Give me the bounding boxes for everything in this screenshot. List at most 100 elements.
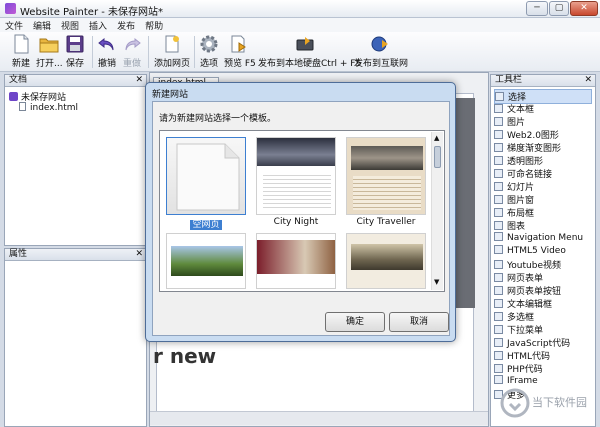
add-page-label: 添加网页 (154, 59, 191, 69)
tool-transparent-shape[interactable]: 透明图形 (494, 154, 543, 167)
publish-local-button[interactable]: 发布到本地硬盘Ctrl + F5 (258, 34, 361, 69)
new-button[interactable]: 新建 (8, 34, 34, 69)
dialog-prompt: 请为新建网站选择一个模板。 (159, 114, 277, 124)
template-blank-label: 空网页 (166, 217, 246, 230)
tool-picture-window[interactable]: 图片窗 (494, 193, 534, 206)
menu-bar: 文件 编辑 视图 插入 发布 帮助 (0, 18, 600, 32)
tool-label: 梯度渐变图形 (507, 144, 562, 154)
template-blank-text: 空网页 (190, 220, 222, 230)
scroll-down-icon[interactable]: ▼ (434, 278, 439, 286)
template-blank[interactable] (166, 137, 246, 215)
tool-label: 可命名链接 (507, 170, 553, 180)
undo-button[interactable]: 撤销 (96, 34, 118, 69)
menu-edit[interactable]: 编辑 (28, 18, 56, 32)
cancel-button[interactable]: 取消 (389, 312, 449, 332)
tool-javascript[interactable]: JavaScript代码 (494, 336, 570, 349)
tool-label: Web2.0图形 (507, 131, 559, 141)
scroll-thumb[interactable] (434, 146, 441, 168)
watermark-text: 当下软件园 (532, 396, 587, 409)
html-icon (494, 351, 503, 360)
preview-button[interactable]: 预览 F5 (224, 34, 256, 69)
tool-label: HTML5 Video (507, 246, 566, 256)
template-thumbnail-4[interactable] (166, 233, 246, 289)
city-night-content (263, 172, 331, 210)
tool-image[interactable]: 图片 (494, 115, 525, 128)
tool-layout-box[interactable]: 布局框 (494, 206, 534, 219)
template-list[interactable]: 空网页 City Night City Traveller ▲ ▼ (159, 130, 445, 292)
toolbox-panel-close[interactable]: ✕ (584, 75, 592, 86)
cursor-icon (495, 92, 504, 101)
template-scrollbar[interactable]: ▲ ▼ (431, 132, 443, 290)
template-city-night-label: City Night (273, 217, 319, 227)
tool-checkbox[interactable]: 多选框 (494, 310, 534, 323)
menu-view[interactable]: 视图 (56, 18, 84, 32)
template-city-night[interactable] (256, 137, 336, 215)
tool-label: 文本编辑框 (507, 300, 553, 310)
tool-web-form[interactable]: 网页表单 (494, 271, 543, 284)
publish-local-label: 发布到本地硬盘Ctrl + F5 (258, 59, 362, 69)
thumbnail-6-photo (351, 244, 423, 270)
editor-scrollbar[interactable] (150, 411, 488, 425)
minimize-button[interactable]: ─ (526, 1, 548, 16)
tool-named-link[interactable]: 可命名链接 (494, 167, 552, 180)
title-bar: Website Painter - 未保存网站* ─ ▢ ✕ (0, 0, 600, 18)
new-file-icon (14, 34, 29, 54)
tool-form-button[interactable]: 网页表单按钮 (494, 284, 561, 297)
site-icon (9, 92, 18, 101)
publish-web-label: 发布到互联网 (354, 59, 409, 69)
tool-label: PHP代码 (507, 365, 543, 375)
iframe-icon (494, 375, 503, 384)
floppy-icon (66, 35, 84, 53)
undo-icon (98, 37, 114, 51)
save-button[interactable]: 保存 (64, 34, 86, 69)
tree-page-node[interactable]: index.html (19, 102, 78, 113)
tool-textbox[interactable]: 文本框 (494, 102, 534, 115)
menu-file[interactable]: 文件 (0, 18, 28, 32)
tool-php-code[interactable]: PHP代码 (494, 362, 543, 375)
open-label: 打开... (36, 59, 63, 69)
tool-youtube-video[interactable]: Youtube视频 (494, 258, 561, 271)
tool-navigation-menu[interactable]: Navigation Menu (494, 232, 583, 243)
close-button[interactable]: ✕ (570, 1, 598, 16)
properties-panel-close[interactable]: ✕ (135, 249, 143, 260)
documents-panel-close[interactable]: ✕ (135, 75, 143, 86)
options-button[interactable]: 选项 (198, 34, 220, 69)
tool-label: Navigation Menu (507, 233, 584, 243)
transparent-shape-icon (494, 156, 503, 165)
tool-html5-video[interactable]: HTML5 Video (494, 245, 566, 256)
ok-button[interactable]: 确定 (325, 312, 385, 332)
app-icon (5, 3, 16, 14)
documents-panel-header: 文档 ✕ (5, 75, 146, 87)
template-city-traveller[interactable] (346, 137, 426, 215)
publish-web-button[interactable]: 发布到互联网 (354, 34, 409, 69)
template-thumbnail-5[interactable] (256, 233, 336, 289)
menu-publish[interactable]: 发布 (112, 18, 140, 32)
redo-label: 重做 (122, 59, 141, 69)
menu-help[interactable]: 帮助 (140, 18, 168, 32)
folder-icon (39, 38, 59, 53)
redo-button[interactable]: 重做 (121, 34, 143, 69)
properties-panel-header: 属性 ✕ (5, 249, 146, 261)
save-label: 保存 (65, 59, 84, 69)
tool-label: 透明图形 (507, 157, 544, 167)
tool-gradient-shape[interactable]: 梯度渐变图形 (494, 141, 561, 154)
dropdown-icon (494, 325, 503, 334)
hard-drive-icon (296, 37, 314, 51)
scroll-up-icon[interactable]: ▲ (434, 134, 439, 142)
tool-slideshow[interactable]: 幻灯片 (494, 180, 534, 193)
open-button[interactable]: 打开... (36, 34, 63, 69)
tool-web20-shape[interactable]: Web2.0图形 (494, 128, 559, 141)
checkbox-icon (494, 312, 503, 321)
template-thumbnail-6[interactable] (346, 233, 426, 289)
restore-button[interactable]: ▢ (549, 1, 569, 16)
tool-chart[interactable]: 图表 (494, 219, 525, 232)
tool-text-edit[interactable]: 文本编辑框 (494, 297, 552, 310)
layout-icon (494, 208, 503, 217)
tool-dropdown[interactable]: 下拉菜单 (494, 323, 543, 336)
tool-label: 多选框 (507, 313, 535, 323)
tool-html-code[interactable]: HTML代码 (494, 349, 550, 362)
options-label: 选项 (199, 59, 218, 69)
menu-insert[interactable]: 插入 (84, 18, 112, 32)
add-page-button[interactable]: 添加网页 (154, 34, 190, 69)
toolbox-panel: 工具栏 ✕ 选择 文本框 图片 Web2.0图形 梯度渐变图形 透明图形 可命名… (490, 74, 596, 427)
